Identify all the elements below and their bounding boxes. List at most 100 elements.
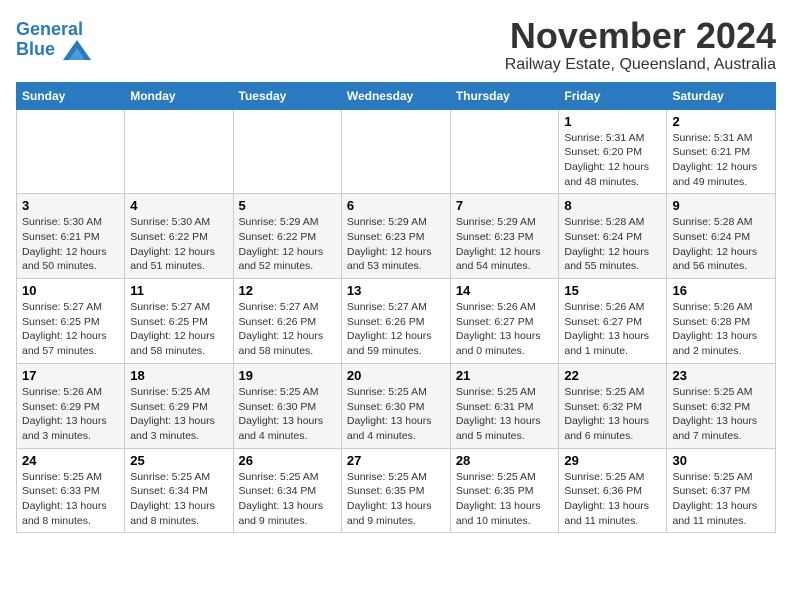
week-row-2: 3 Sunrise: 5:30 AM Sunset: 6:21 PM Daylig… [17, 194, 776, 279]
day-info: Sunrise: 5:29 AM Sunset: 6:23 PM Dayligh… [347, 215, 445, 274]
week-row-4: 17 Sunrise: 5:26 AM Sunset: 6:29 PM Dayli… [17, 363, 776, 448]
day-info: Sunrise: 5:26 AM Sunset: 6:27 PM Dayligh… [564, 300, 661, 359]
month-title: November 2024 [505, 16, 776, 56]
day-cell: 30 Sunrise: 5:25 AM Sunset: 6:37 PM Dayli… [667, 448, 776, 533]
day-number: 10 [22, 283, 119, 298]
day-cell [125, 109, 233, 194]
day-cell [17, 109, 125, 194]
day-info: Sunrise: 5:27 AM Sunset: 6:25 PM Dayligh… [130, 300, 227, 359]
day-info: Sunrise: 5:26 AM Sunset: 6:28 PM Dayligh… [672, 300, 770, 359]
weekday-header-thursday: Thursday [450, 82, 559, 109]
day-cell: 13 Sunrise: 5:27 AM Sunset: 6:26 PM Dayli… [341, 279, 450, 364]
day-cell: 20 Sunrise: 5:25 AM Sunset: 6:30 PM Dayli… [341, 363, 450, 448]
day-cell: 8 Sunrise: 5:28 AM Sunset: 6:24 PM Daylig… [559, 194, 667, 279]
day-cell: 21 Sunrise: 5:25 AM Sunset: 6:31 PM Dayli… [450, 363, 559, 448]
day-cell: 4 Sunrise: 5:30 AM Sunset: 6:22 PM Daylig… [125, 194, 233, 279]
weekday-header-row: SundayMondayTuesdayWednesdayThursdayFrid… [17, 82, 776, 109]
day-number: 29 [564, 453, 661, 468]
day-info: Sunrise: 5:25 AM Sunset: 6:33 PM Dayligh… [22, 470, 119, 529]
day-cell [233, 109, 341, 194]
day-cell: 11 Sunrise: 5:27 AM Sunset: 6:25 PM Dayli… [125, 279, 233, 364]
day-info: Sunrise: 5:30 AM Sunset: 6:22 PM Dayligh… [130, 215, 227, 274]
day-info: Sunrise: 5:25 AM Sunset: 6:34 PM Dayligh… [239, 470, 336, 529]
day-cell [341, 109, 450, 194]
day-number: 30 [672, 453, 770, 468]
day-cell: 25 Sunrise: 5:25 AM Sunset: 6:34 PM Dayli… [125, 448, 233, 533]
day-number: 26 [239, 453, 336, 468]
day-info: Sunrise: 5:31 AM Sunset: 6:21 PM Dayligh… [672, 131, 770, 190]
day-cell: 17 Sunrise: 5:26 AM Sunset: 6:29 PM Dayli… [17, 363, 125, 448]
location-title: Railway Estate, Queensland, Australia [505, 56, 776, 74]
day-number: 8 [564, 198, 661, 213]
day-info: Sunrise: 5:25 AM Sunset: 6:34 PM Dayligh… [130, 470, 227, 529]
day-number: 14 [456, 283, 554, 298]
day-cell: 6 Sunrise: 5:29 AM Sunset: 6:23 PM Daylig… [341, 194, 450, 279]
day-info: Sunrise: 5:29 AM Sunset: 6:23 PM Dayligh… [456, 215, 554, 274]
day-cell: 24Sunrise: 5:25 AM Sunset: 6:33 PM Dayli… [17, 448, 125, 533]
day-number: 4 [130, 198, 227, 213]
day-number: 21 [456, 368, 554, 383]
day-info: Sunrise: 5:25 AM Sunset: 6:35 PM Dayligh… [456, 470, 554, 529]
day-number: 18 [130, 368, 227, 383]
day-cell: 26 Sunrise: 5:25 AM Sunset: 6:34 PM Dayli… [233, 448, 341, 533]
day-number: 17 [22, 368, 119, 383]
day-number: 25 [130, 453, 227, 468]
day-cell: 18 Sunrise: 5:25 AM Sunset: 6:29 PM Dayli… [125, 363, 233, 448]
day-info: Sunrise: 5:25 AM Sunset: 6:31 PM Dayligh… [456, 385, 554, 444]
day-number: 20 [347, 368, 445, 383]
weekday-header-monday: Monday [125, 82, 233, 109]
day-cell: 29Sunrise: 5:25 AM Sunset: 6:36 PM Dayli… [559, 448, 667, 533]
day-number: 22 [564, 368, 661, 383]
weekday-header-friday: Friday [559, 82, 667, 109]
logo-icon [63, 40, 91, 60]
day-info: Sunrise: 5:27 AM Sunset: 6:26 PM Dayligh… [347, 300, 445, 359]
day-info: Sunrise: 5:25 AM Sunset: 6:32 PM Dayligh… [672, 385, 770, 444]
day-number: 3 [22, 198, 119, 213]
day-info: Sunrise: 5:25 AM Sunset: 6:29 PM Dayligh… [130, 385, 227, 444]
weekday-header-saturday: Saturday [667, 82, 776, 109]
day-info: Sunrise: 5:25 AM Sunset: 6:37 PM Dayligh… [672, 470, 770, 529]
day-info: Sunrise: 5:28 AM Sunset: 6:24 PM Dayligh… [564, 215, 661, 274]
day-info: Sunrise: 5:26 AM Sunset: 6:29 PM Dayligh… [22, 385, 119, 444]
day-number: 2 [672, 114, 770, 129]
day-info: Sunrise: 5:31 AM Sunset: 6:20 PM Dayligh… [564, 131, 661, 190]
day-cell: 5 Sunrise: 5:29 AM Sunset: 6:22 PM Daylig… [233, 194, 341, 279]
day-number: 9 [672, 198, 770, 213]
day-info: Sunrise: 5:25 AM Sunset: 6:30 PM Dayligh… [239, 385, 336, 444]
calendar-title-area: November 2024 Railway Estate, Queensland… [505, 16, 776, 74]
day-info: Sunrise: 5:27 AM Sunset: 6:25 PM Dayligh… [22, 300, 119, 359]
day-info: Sunrise: 5:25 AM Sunset: 6:32 PM Dayligh… [564, 385, 661, 444]
day-info: Sunrise: 5:25 AM Sunset: 6:35 PM Dayligh… [347, 470, 445, 529]
day-cell: 27Sunrise: 5:25 AM Sunset: 6:35 PM Dayli… [341, 448, 450, 533]
day-cell: 23Sunrise: 5:25 AM Sunset: 6:32 PM Dayli… [667, 363, 776, 448]
day-cell [450, 109, 559, 194]
week-row-5: 24Sunrise: 5:25 AM Sunset: 6:33 PM Dayli… [17, 448, 776, 533]
day-number: 16 [672, 283, 770, 298]
day-number: 12 [239, 283, 336, 298]
day-cell: 28 Sunrise: 5:25 AM Sunset: 6:35 PM Dayli… [450, 448, 559, 533]
day-info: Sunrise: 5:26 AM Sunset: 6:27 PM Dayligh… [456, 300, 554, 359]
day-number: 6 [347, 198, 445, 213]
day-number: 1 [564, 114, 661, 129]
day-number: 15 [564, 283, 661, 298]
day-number: 28 [456, 453, 554, 468]
weekday-header-tuesday: Tuesday [233, 82, 341, 109]
day-cell: 14 Sunrise: 5:26 AM Sunset: 6:27 PM Dayli… [450, 279, 559, 364]
page-header: General Blue November 2024 Railway Estat… [16, 16, 776, 74]
day-cell: 16 Sunrise: 5:26 AM Sunset: 6:28 PM Dayli… [667, 279, 776, 364]
day-number: 13 [347, 283, 445, 298]
day-info: Sunrise: 5:29 AM Sunset: 6:22 PM Dayligh… [239, 215, 336, 274]
logo-blue: Blue [16, 39, 55, 59]
week-row-1: 1 Sunrise: 5:31 AM Sunset: 6:20 PM Daylig… [17, 109, 776, 194]
day-number: 11 [130, 283, 227, 298]
weekday-header-sunday: Sunday [17, 82, 125, 109]
day-cell: 2 Sunrise: 5:31 AM Sunset: 6:21 PM Daylig… [667, 109, 776, 194]
week-row-3: 10 Sunrise: 5:27 AM Sunset: 6:25 PM Dayli… [17, 279, 776, 364]
day-number: 5 [239, 198, 336, 213]
day-info: Sunrise: 5:30 AM Sunset: 6:21 PM Dayligh… [22, 215, 119, 274]
day-info: Sunrise: 5:25 AM Sunset: 6:30 PM Dayligh… [347, 385, 445, 444]
day-cell: 3 Sunrise: 5:30 AM Sunset: 6:21 PM Daylig… [17, 194, 125, 279]
day-cell: 10 Sunrise: 5:27 AM Sunset: 6:25 PM Dayli… [17, 279, 125, 364]
day-cell: 19Sunrise: 5:25 AM Sunset: 6:30 PM Dayli… [233, 363, 341, 448]
day-cell: 15 Sunrise: 5:26 AM Sunset: 6:27 PM Dayli… [559, 279, 667, 364]
